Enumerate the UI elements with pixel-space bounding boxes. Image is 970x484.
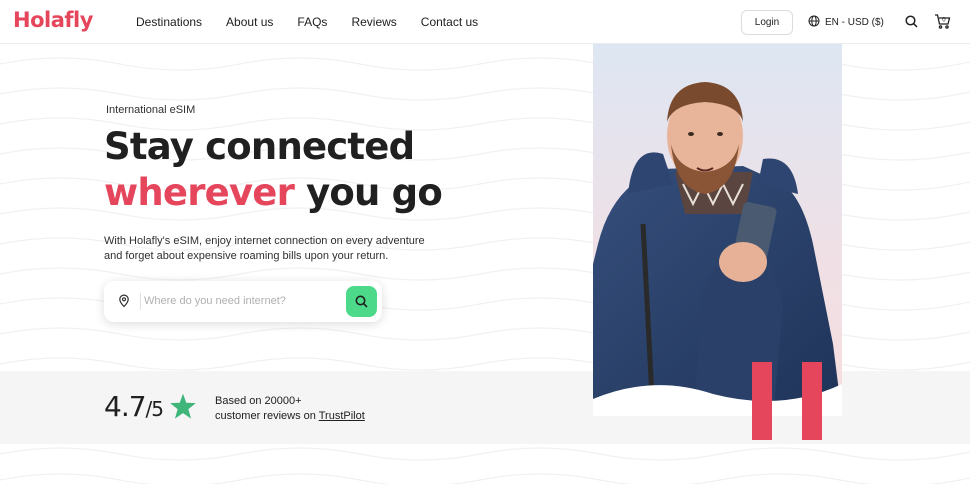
rating-score: 4.7/5	[104, 390, 164, 423]
hero-title-line1: Stay connected	[104, 125, 415, 168]
hero-traveler-photo	[593, 44, 842, 416]
rating-text: Based on 20000+ customer reviews on Trus…	[215, 394, 365, 424]
trustpilot-link[interactable]: TrustPilot	[319, 410, 365, 422]
login-button[interactable]: Login	[741, 10, 793, 35]
decorative-bar-right	[802, 362, 822, 440]
main-nav: Destinations About us FAQs Reviews Conta…	[136, 15, 502, 29]
destination-search-input[interactable]	[144, 291, 334, 311]
site-header: Holafly Destinations About us FAQs Revie…	[0, 0, 970, 44]
search-icon	[355, 295, 368, 308]
rating-text-line2: customer reviews on	[215, 410, 319, 422]
hero-title-accent: wherever	[104, 171, 295, 214]
nav-reviews[interactable]: Reviews	[351, 15, 396, 29]
search-divider	[140, 293, 141, 310]
hero-title-rest: you go	[294, 171, 443, 214]
rating-max: /5	[145, 397, 164, 421]
nav-about-us[interactable]: About us	[226, 15, 273, 29]
search-icon[interactable]	[905, 15, 918, 33]
nav-contact-us[interactable]: Contact us	[421, 15, 478, 29]
globe-icon	[808, 15, 820, 30]
hero-title: Stay connected wherever you go	[104, 124, 443, 216]
nav-faqs[interactable]: FAQs	[297, 15, 327, 29]
cart-icon[interactable]: 0	[934, 13, 951, 34]
destination-search	[104, 281, 382, 322]
logo[interactable]: Holafly	[13, 8, 93, 32]
hero-eyebrow: International eSIM	[106, 104, 196, 116]
language-currency-selector[interactable]: EN - USD ($)	[808, 15, 884, 30]
star-icon	[169, 393, 197, 425]
hero-description: With Holafly's eSIM, enjoy internet conn…	[104, 235, 425, 262]
decorative-bar-left	[752, 362, 772, 440]
rating-value: 4.7	[104, 390, 147, 423]
location-pin-icon	[118, 294, 130, 313]
nav-destinations[interactable]: Destinations	[136, 15, 202, 29]
rating-text-line1: Based on 20000+	[215, 395, 302, 407]
language-currency-label: EN - USD ($)	[825, 17, 884, 28]
search-submit-button[interactable]	[346, 286, 377, 317]
